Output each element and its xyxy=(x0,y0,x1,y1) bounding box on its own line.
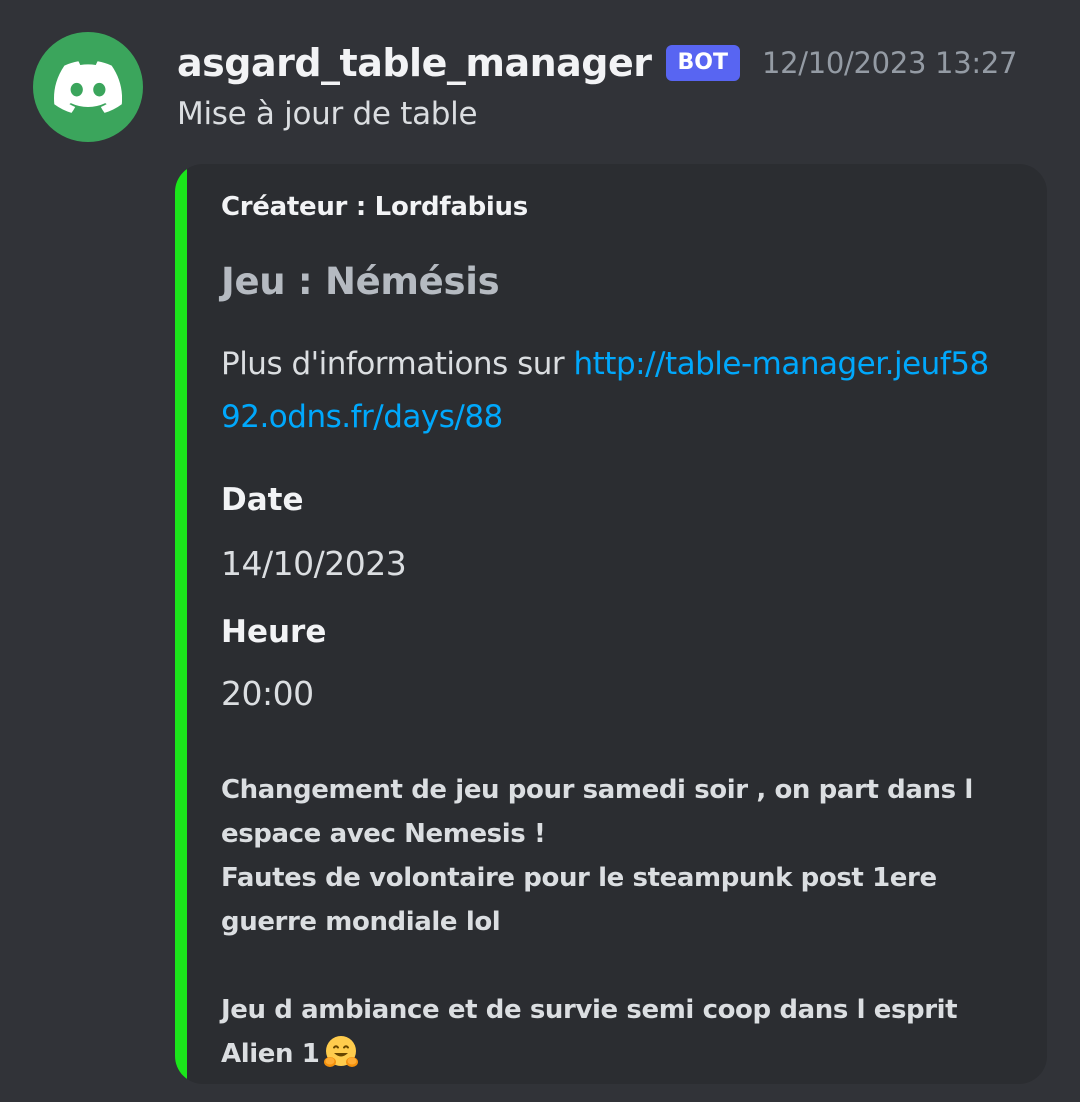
description-prefix: Plus d'informations sur xyxy=(221,346,574,382)
embed-accent-bar xyxy=(175,164,187,1084)
embed: Créateur : Lordfabius Jeu : Némésis Plus… xyxy=(175,164,1047,1084)
avatar[interactable] xyxy=(33,32,143,142)
field-date-name: Date xyxy=(221,482,304,518)
hugging-face-emoji-icon xyxy=(324,1036,359,1067)
field-heure-value: 20:00 xyxy=(221,674,314,713)
field-date-value: 14/10/2023 xyxy=(221,544,407,583)
timestamp: 12/10/2023 13:27 xyxy=(761,46,1018,80)
bot-badge: BOT xyxy=(665,45,740,81)
embed-description: Plus d'informations sur http://table-man… xyxy=(221,338,1001,444)
message-content: Mise à jour de table xyxy=(177,96,478,132)
embed-title: Jeu : Némésis xyxy=(221,260,500,303)
footer-text-content: Changement de jeu pour samedi soir , on … xyxy=(221,775,973,1069)
discord-logo-icon xyxy=(54,61,122,113)
embed-footer-text: Changement de jeu pour samedi soir , on … xyxy=(221,768,1011,1076)
embed-author: Créateur : Lordfabius xyxy=(221,192,528,222)
field-heure-name: Heure xyxy=(221,614,327,650)
message-header: asgard_table_manager BOT 12/10/2023 13:2… xyxy=(177,38,1017,88)
username[interactable]: asgard_table_manager xyxy=(177,41,652,85)
